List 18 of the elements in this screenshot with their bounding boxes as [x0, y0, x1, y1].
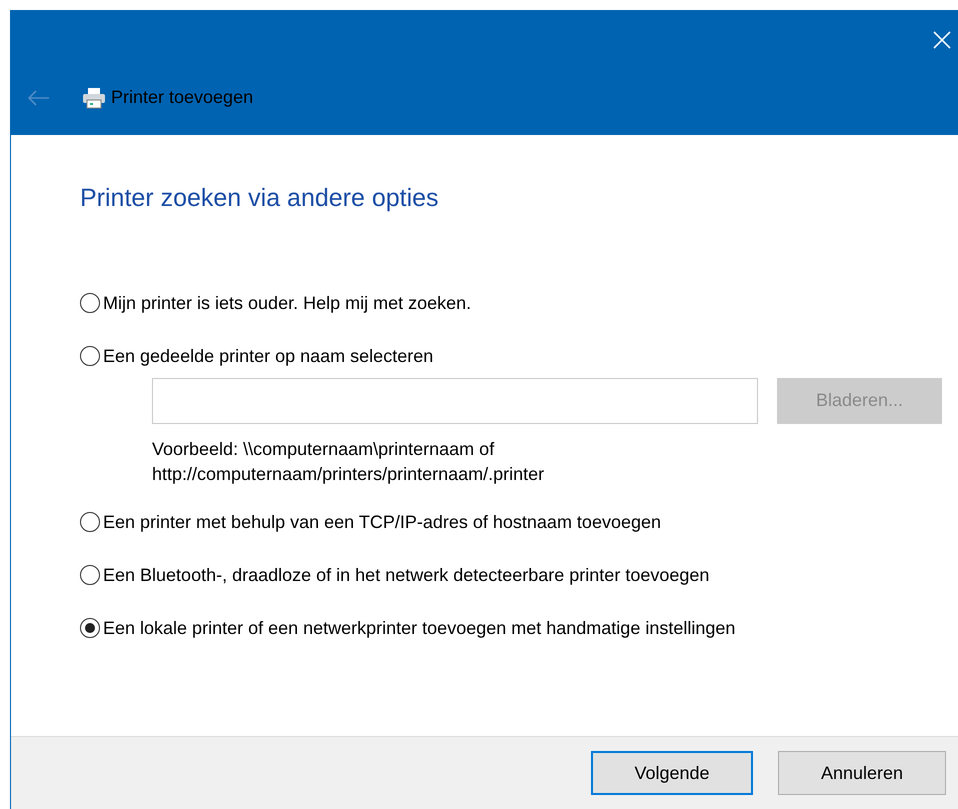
radio-button[interactable]: [80, 512, 100, 532]
radio-button[interactable]: [80, 618, 100, 638]
radio-button[interactable]: [80, 293, 100, 313]
cancel-button[interactable]: Annuleren: [778, 751, 946, 795]
option-label[interactable]: Een printer met behulp van een TCP/IP-adres of hostnaam toevoegen: [103, 508, 662, 536]
option-label[interactable]: Mijn printer is iets ouder. Help mij met zoeken.: [103, 290, 472, 316]
page-heading: Printer zoeken via andere opties: [80, 183, 439, 214]
example-text: Voorbeeld: \\computernaam\printernaam of: [152, 438, 494, 461]
radio-button[interactable]: [80, 346, 100, 366]
option-label[interactable]: Een lokale printer of een netwerkprinter toevoegen met handmatige instellingen: [103, 614, 736, 642]
printer-icon: [81, 86, 107, 108]
example-text: http://computernaam/printers/printernaam/.printer: [152, 462, 544, 486]
next-button[interactable]: Volgende: [591, 751, 753, 795]
radio-button[interactable]: [80, 565, 100, 585]
option-label[interactable]: Een Bluetooth-, draadloze of in het netwerk detecteerbare printer toevoegen: [103, 562, 710, 588]
printer-name-field[interactable]: [152, 378, 758, 424]
option-label[interactable]: Een gedeelde printer op naam selecteren: [103, 342, 434, 370]
window-title: Printer toevoegen: [111, 86, 254, 109]
